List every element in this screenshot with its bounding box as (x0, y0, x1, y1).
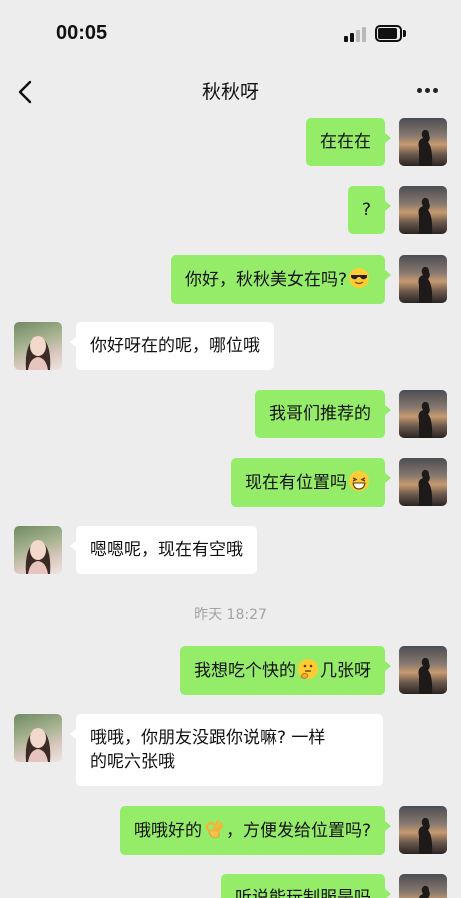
status-bar: 00:05 (0, 0, 461, 68)
message-bubble-outgoing[interactable]: ? (347, 186, 392, 234)
thinking-face-emoji (298, 659, 318, 679)
signal-icon (344, 26, 370, 42)
message-timestamp: 昨天 18:27 (194, 607, 267, 623)
message-bubble-outgoing[interactable]: 在在在 (306, 118, 391, 166)
sunglasses-face-emoji (349, 268, 369, 288)
message-bubble-outgoing[interactable]: 我想吃个快的 几张呀 (180, 646, 391, 695)
battery-icon (375, 25, 406, 42)
self-avatar[interactable] (399, 390, 447, 438)
self-avatar[interactable] (399, 874, 447, 898)
ok-hand-emoji (205, 819, 224, 839)
self-avatar[interactable] (399, 806, 447, 854)
self-avatar[interactable] (399, 186, 447, 234)
message-bubble-outgoing[interactable]: 听说能玩制服是吗 (221, 874, 391, 898)
self-avatar[interactable] (399, 646, 447, 694)
message-bubble-incoming[interactable]: 嗯嗯呢，现在有空哦 (70, 526, 257, 574)
chat-title: 秋秋呀 (201, 81, 259, 103)
message-bubble-incoming[interactable]: 你好呀在的呢，哪位哦 (70, 322, 274, 370)
status-time: 00:05 (56, 22, 108, 44)
message-list[interactable]: 在在在 ? 你好，秋秋美女在吗? 你好呀在的呢，哪位哦 我哥们推荐的 现在有位置… (0, 114, 461, 898)
contact-avatar[interactable] (14, 526, 62, 574)
self-avatar[interactable] (399, 255, 447, 303)
message-bubble-outgoing[interactable]: 哦哦好的 ，方便发给位置吗? (119, 806, 392, 855)
self-avatar[interactable] (399, 118, 447, 166)
grinning-squinting-face-emoji (349, 471, 369, 491)
self-avatar[interactable] (399, 458, 447, 506)
message-bubble-outgoing[interactable]: 现在有位置吗 (231, 458, 391, 507)
contact-avatar[interactable] (14, 714, 62, 762)
contact-avatar[interactable] (14, 322, 62, 370)
more-options-icon[interactable] (410, 78, 446, 104)
message-bubble-incoming[interactable]: 哦哦，你朋友没跟你说嘛? 一样 的呢六张哦 (70, 714, 383, 786)
message-bubble-outgoing[interactable]: 你好，秋秋美女在吗? (170, 255, 392, 304)
chat-header: 秋秋呀 (0, 68, 461, 114)
message-bubble-outgoing[interactable]: 我哥们推荐的 (255, 390, 391, 438)
